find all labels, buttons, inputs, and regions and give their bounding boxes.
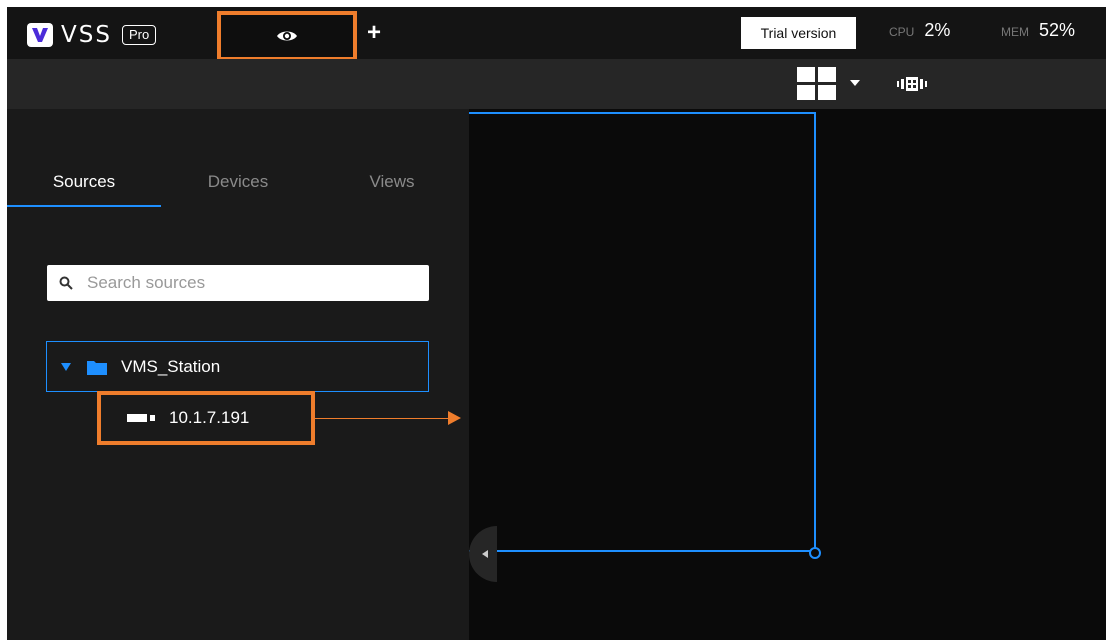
cpu-label: CPU xyxy=(889,25,915,39)
cpu-value: 2% xyxy=(924,20,951,40)
app-window: VSS Pro + Trial version CPU 2% MEM 52% S… xyxy=(7,7,1106,640)
grid-layout-icon[interactable] xyxy=(796,66,836,102)
tab-devices[interactable]: Devices xyxy=(161,159,315,205)
camera-label: 10.1.7.191 xyxy=(169,408,250,427)
drag-arrow-line xyxy=(315,418,450,419)
tree-group-vms-station[interactable]: VMS_Station xyxy=(46,341,429,392)
folder-icon xyxy=(87,359,107,375)
tab-views[interactable]: Views xyxy=(315,159,469,205)
tab-sources[interactable]: Sources xyxy=(7,159,161,205)
sidebar: Sources Devices Views VMS_Station xyxy=(7,109,469,640)
video-cell-selected[interactable] xyxy=(469,112,816,552)
video-area xyxy=(469,109,1106,640)
tree-group-label: VMS_Station xyxy=(121,356,221,376)
liveview-tab[interactable] xyxy=(217,11,357,61)
cpu-stat: CPU 2% xyxy=(889,20,950,41)
arrow-head-icon xyxy=(448,411,461,425)
film-strip-icon[interactable] xyxy=(897,76,927,92)
tree-item-camera[interactable]: 10.1.7.191 xyxy=(97,391,315,445)
search-box xyxy=(47,265,429,301)
sidebar-tabs: Sources Devices Views xyxy=(7,159,469,207)
active-tab-indicator xyxy=(7,205,161,207)
logo-text: VSS xyxy=(61,22,112,48)
search-input[interactable] xyxy=(87,273,387,293)
mem-value: 52% xyxy=(1039,20,1076,40)
caret-down-icon[interactable] xyxy=(850,80,860,86)
mem-stat: MEM 52% xyxy=(1001,20,1075,41)
add-tab-button[interactable]: + xyxy=(367,21,381,45)
mem-label: MEM xyxy=(1001,25,1029,39)
pro-badge: Pro xyxy=(121,25,157,45)
eye-icon xyxy=(277,31,297,41)
resize-handle[interactable] xyxy=(809,547,821,559)
top-bar: VSS Pro + Trial version CPU 2% MEM 52% xyxy=(7,7,1106,61)
logo-v-icon xyxy=(27,23,53,47)
chevron-left-icon xyxy=(482,550,488,558)
toolbar xyxy=(7,59,1106,109)
trial-version-button[interactable]: Trial version xyxy=(741,17,856,49)
search-icon xyxy=(59,276,73,290)
expand-triangle-icon[interactable] xyxy=(61,362,71,371)
camera-icon xyxy=(127,413,157,423)
app-logo: VSS Pro xyxy=(27,22,157,48)
